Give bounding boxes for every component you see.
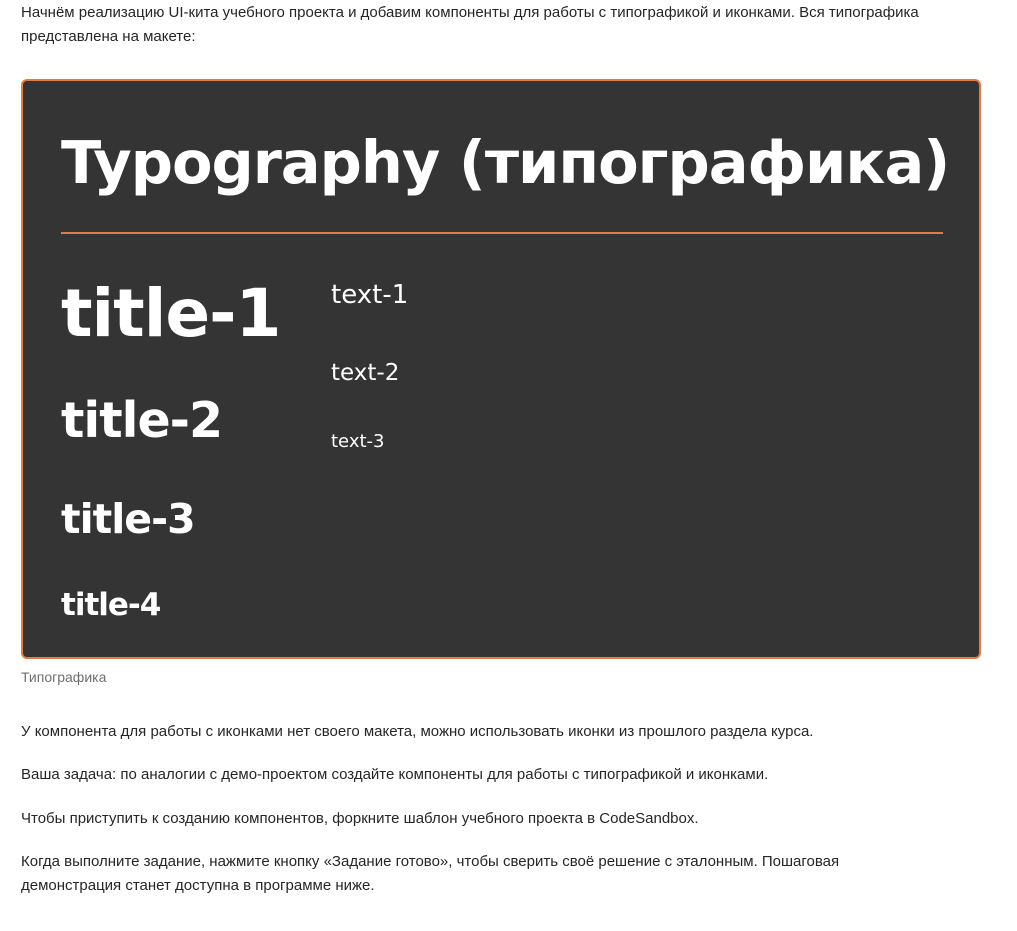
figure-heading: Typography (типографика)	[61, 128, 950, 197]
paragraph-task: Ваша задача: по аналогии с демо-проектом…	[21, 766, 769, 783]
paragraph-icons-note: У компонента для работы с иконками нет с…	[21, 723, 814, 740]
title-1-sample: title-1	[61, 275, 281, 352]
title-2-sample: title-2	[61, 392, 223, 449]
paragraph-submit: Когда выполните задание, нажмите кнопку …	[21, 853, 840, 894]
title-3-sample: title-3	[61, 495, 196, 543]
figure-divider	[61, 232, 943, 234]
text-1-sample: text-1	[331, 280, 409, 310]
paragraph-fork-template: Чтобы приступить к созданию компонентов,…	[21, 810, 699, 827]
figure-caption: Типографика	[21, 669, 107, 685]
text-2-sample: text-2	[331, 360, 400, 386]
intro-paragraph: Начнём реализацию UI-кита учебного проек…	[21, 4, 919, 45]
text-3-sample: text-3	[331, 431, 385, 452]
title-4-sample: title-4	[61, 587, 161, 623]
typography-figure: Typography (типографика) title-1 title-2…	[21, 79, 981, 659]
